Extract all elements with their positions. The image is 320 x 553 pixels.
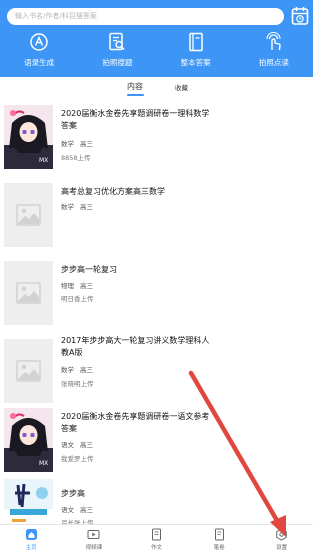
list-item[interactable]: 步步高一轮复习 物理 高三 明日香上传 bbox=[0, 255, 313, 333]
document-icon bbox=[151, 528, 161, 541]
touch-read-icon bbox=[266, 32, 281, 51]
list-item[interactable]: 2017年步步高大一轮复习讲义数学理科人教A版 数学 高三 张晓明上传 bbox=[0, 333, 313, 411]
quick-actions: 语录生成 拍照搜题 整本答案 拍照点读 bbox=[0, 30, 313, 74]
list-item[interactable]: MX 2020届衡水金卷先享题调研卷一理科数学答案 数学 高三 8858上传 bbox=[0, 99, 313, 177]
nav-home[interactable]: 主页 bbox=[0, 525, 63, 553]
item-subject: 语文 bbox=[61, 506, 74, 514]
item-uploader: 明日香上传 bbox=[61, 295, 94, 303]
home-icon bbox=[25, 529, 37, 540]
item-grade: 高三 bbox=[80, 366, 93, 374]
nav-label: 设置 bbox=[276, 545, 288, 551]
audio-text-icon bbox=[30, 33, 48, 51]
cover-image bbox=[4, 479, 53, 529]
item-grade: 高三 bbox=[80, 282, 93, 290]
search-input[interactable]: 输入书名/作者/科目搜答案 bbox=[7, 8, 284, 25]
active-tab-indicator bbox=[127, 94, 144, 96]
book-cover-image bbox=[4, 479, 53, 529]
item-grade: 高三 bbox=[80, 203, 93, 211]
cover-placeholder bbox=[4, 183, 53, 247]
item-meta: 数学 高三 bbox=[61, 138, 93, 148]
photo-search-icon bbox=[109, 32, 125, 51]
quick-action-full-book[interactable]: 整本答案 bbox=[157, 30, 235, 74]
item-uploader: 张晓明上传 bbox=[61, 380, 94, 388]
item-uploader: 8858上传 bbox=[61, 154, 91, 162]
item-grade: 高三 bbox=[80, 441, 93, 449]
book-icon bbox=[188, 32, 203, 52]
tab-favorites[interactable]: 收藏 bbox=[175, 82, 188, 92]
image-placeholder-icon bbox=[16, 282, 41, 304]
quick-action-label: 整本答案 bbox=[180, 58, 211, 67]
item-meta: 数学 高三 bbox=[61, 364, 93, 374]
notebook-icon bbox=[214, 528, 224, 541]
quick-action-label: 语录生成 bbox=[24, 58, 55, 67]
item-grade: 高三 bbox=[80, 506, 93, 514]
cover-placeholder bbox=[4, 261, 53, 325]
nav-settings[interactable]: 设置 bbox=[250, 525, 313, 553]
nav-label: 作文 bbox=[150, 545, 162, 551]
list-item[interactable]: MX 2020届衡水金卷先享题调研卷一语文参考答案 语文 高三 我爱罗上传 bbox=[0, 402, 313, 480]
video-icon bbox=[87, 530, 100, 539]
nav-video[interactable]: 视频课 bbox=[63, 525, 126, 553]
quick-action-photo-search[interactable]: 拍照搜题 bbox=[78, 30, 156, 74]
content-tabs: 内容 收藏 bbox=[0, 77, 313, 99]
svg-text:MX: MX bbox=[39, 460, 48, 467]
item-title: 高考总复习优化方案高三数学 bbox=[61, 187, 165, 196]
image-placeholder-icon bbox=[16, 360, 41, 382]
cover-image: MX bbox=[4, 105, 53, 169]
anime-cover-image: MX bbox=[4, 408, 53, 472]
quick-action-label: 拍照点读 bbox=[258, 58, 289, 67]
nav-label: 主页 bbox=[25, 545, 37, 551]
list-item[interactable]: 步步高 语文 高三 弓长张上传 bbox=[0, 475, 313, 529]
calendar-icon[interactable] bbox=[291, 6, 309, 26]
item-title: 2020届衡水金卷先享题调研卷一理科数学答案 bbox=[61, 109, 210, 130]
item-title: 2017年步步高大一轮复习讲义数学理科人教A版 bbox=[61, 336, 210, 357]
item-subject: 数学 bbox=[61, 203, 74, 211]
image-placeholder-icon bbox=[16, 204, 41, 226]
gear-icon bbox=[276, 528, 287, 541]
nav-papers[interactable]: 笔卷 bbox=[188, 525, 251, 553]
quick-action-audio[interactable]: 语录生成 bbox=[0, 30, 78, 74]
anime-cover-image: MX bbox=[4, 105, 53, 169]
svg-text:MX: MX bbox=[39, 157, 48, 164]
item-subject: 语文 bbox=[61, 441, 74, 449]
item-grade: 高三 bbox=[80, 140, 93, 148]
item-meta: 物理 高三 bbox=[61, 280, 93, 290]
bottom-nav: 主页 视频课 作文 笔卷 设置 bbox=[0, 524, 313, 553]
nav-label: 笔卷 bbox=[213, 545, 225, 551]
quick-action-label: 拍照搜题 bbox=[102, 58, 133, 67]
item-subject: 物理 bbox=[61, 282, 74, 290]
item-title: 步步高一轮复习 bbox=[61, 265, 117, 274]
quick-action-touch-read[interactable]: 拍照点读 bbox=[235, 30, 313, 74]
item-title: 2020届衡水金卷先享题调研卷一语文参考答案 bbox=[61, 412, 210, 433]
nav-essay[interactable]: 作文 bbox=[125, 525, 188, 553]
cover-image: MX bbox=[4, 408, 53, 472]
item-uploader: 我爱罗上传 bbox=[61, 455, 94, 463]
tab-content[interactable]: 内容 bbox=[127, 81, 143, 92]
item-subject: 数学 bbox=[61, 140, 74, 148]
item-meta: 语文 高三 bbox=[61, 439, 93, 449]
item-title: 步步高 bbox=[61, 489, 85, 498]
header: 输入书名/作者/科目搜答案 语录生成 拍照搜题 整本答案 拍照点读 bbox=[0, 0, 313, 77]
cover-placeholder bbox=[4, 339, 53, 403]
nav-label: 视频课 bbox=[85, 545, 103, 551]
item-subject: 数学 bbox=[61, 366, 74, 374]
item-meta: 语文 高三 bbox=[61, 504, 93, 514]
item-meta: 数学 高三 bbox=[61, 201, 93, 211]
list-item[interactable]: 高考总复习优化方案高三数学 数学 高三 bbox=[0, 177, 313, 255]
